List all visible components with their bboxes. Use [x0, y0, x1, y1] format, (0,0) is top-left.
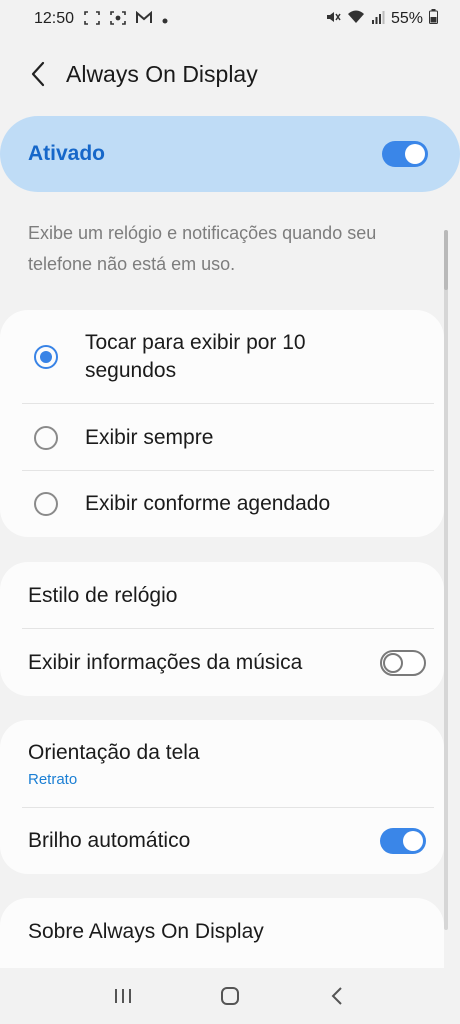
about-label: Sobre Always On Display: [28, 920, 264, 943]
wifi-icon: [347, 9, 365, 29]
clock-style-label: Estilo de relógio: [28, 583, 178, 607]
back-nav-button[interactable]: [313, 976, 361, 1016]
master-toggle[interactable]: [382, 141, 428, 167]
orientation-row[interactable]: Orientação da tela Retrato: [0, 720, 444, 808]
about-row[interactable]: Sobre Always On Display: [0, 898, 444, 966]
radio-option-10-seconds[interactable]: Tocar para exibir por 10 segundos: [0, 310, 444, 404]
recent-apps-icon: [115, 989, 132, 1003]
auto-brightness-row[interactable]: Brilho automático: [0, 808, 444, 874]
mute-icon: [325, 9, 341, 30]
music-info-toggle[interactable]: [380, 649, 426, 676]
recent-apps-button[interactable]: [99, 976, 147, 1016]
toggle-knob: [383, 652, 403, 673]
screen-settings-card: Orientação da tela Retrato Brilho automá…: [0, 720, 444, 874]
signal-icon: [371, 10, 385, 29]
battery-icon: [429, 9, 438, 29]
display-mode-card: Tocar para exibir por 10 segundos Exibir…: [0, 310, 444, 537]
scrollbar[interactable]: [444, 230, 448, 930]
dot-icon: [162, 12, 168, 27]
music-info-row[interactable]: Exibir informações da música: [0, 629, 444, 696]
feature-description: Exibe um relógio e notificações quando s…: [28, 223, 377, 274]
orientation-value: Retrato: [28, 770, 78, 788]
orientation-label: Orientação da tela: [28, 740, 200, 764]
gmail-icon: [136, 10, 153, 27]
radio-button[interactable]: [34, 492, 58, 516]
master-switch-label: Ativado: [28, 142, 106, 165]
radio-button-selected[interactable]: [34, 345, 58, 369]
master-switch-row[interactable]: Ativado: [0, 116, 460, 192]
navigation-bar: [0, 968, 460, 1024]
back-nav-icon: [331, 987, 342, 1005]
home-icon: [220, 987, 239, 1005]
page-title: Always On Display: [66, 60, 258, 87]
status-right: 55%: [325, 9, 438, 30]
auto-brightness-toggle[interactable]: [380, 828, 426, 854]
back-button[interactable]: [16, 52, 60, 96]
radio-button[interactable]: [34, 425, 58, 450]
home-button[interactable]: [206, 976, 254, 1016]
clock-style-card: Estilo de relógio Exibir informações da …: [0, 562, 444, 696]
screenshot-icon: [84, 10, 100, 28]
radio-option-scheduled[interactable]: Exibir conforme agendado: [0, 471, 444, 537]
status-time: 12:50: [34, 10, 75, 27]
toggle-knob: [403, 831, 423, 851]
radio-option-label: Tocar para exibir por 10 segundos: [85, 331, 306, 382]
status-bar: 12:50 55%: [0, 0, 460, 38]
about-card: Sobre Always On Display: [0, 898, 444, 978]
music-info-label: Exibir informações da música: [28, 650, 303, 674]
radio-option-label: Exibir conforme agendado: [85, 492, 331, 515]
auto-brightness-label: Brilho automático: [28, 829, 191, 852]
battery-percent: 55%: [390, 10, 423, 27]
status-left: 12:50: [34, 10, 168, 28]
radio-option-label: Exibir sempre: [85, 425, 214, 449]
radio-option-always[interactable]: Exibir sempre: [0, 404, 444, 471]
header: Always On Display: [0, 48, 460, 100]
back-arrow-icon: [31, 61, 45, 87]
screen: 12:50 55% Always On Display Ativado Exib…: [0, 0, 460, 1024]
screen-record-icon: [110, 10, 126, 28]
clock-style-row[interactable]: Estilo de relógio: [0, 562, 444, 629]
toggle-knob: [405, 144, 425, 164]
scrollbar-thumb[interactable]: [444, 230, 448, 290]
